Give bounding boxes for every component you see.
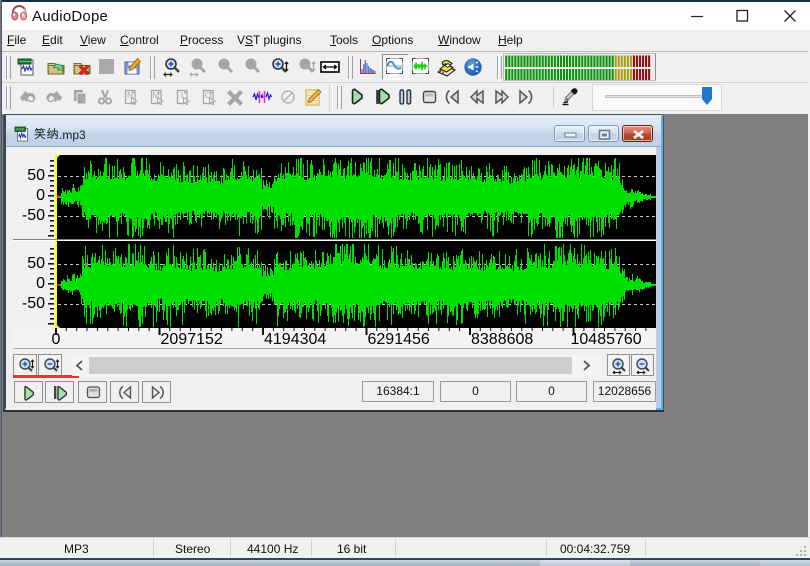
svg-text:0: 0 <box>52 331 61 348</box>
svg-text:10485760: 10485760 <box>571 331 642 348</box>
svg-text:50: 50 <box>27 167 45 184</box>
svg-text:I: I <box>181 91 183 100</box>
svg-text:-50: -50 <box>22 207 45 224</box>
svg-text:6291456: 6291456 <box>368 331 430 348</box>
svg-text:2097152: 2097152 <box>161 331 223 348</box>
svg-text:0: 0 <box>36 275 45 292</box>
svg-text:8388608: 8388608 <box>471 331 533 348</box>
svg-text:0: 0 <box>36 187 45 204</box>
svg-text:-50: -50 <box>22 295 45 312</box>
svg-text:4194304: 4194304 <box>264 331 326 348</box>
svg-text:50: 50 <box>27 255 45 272</box>
